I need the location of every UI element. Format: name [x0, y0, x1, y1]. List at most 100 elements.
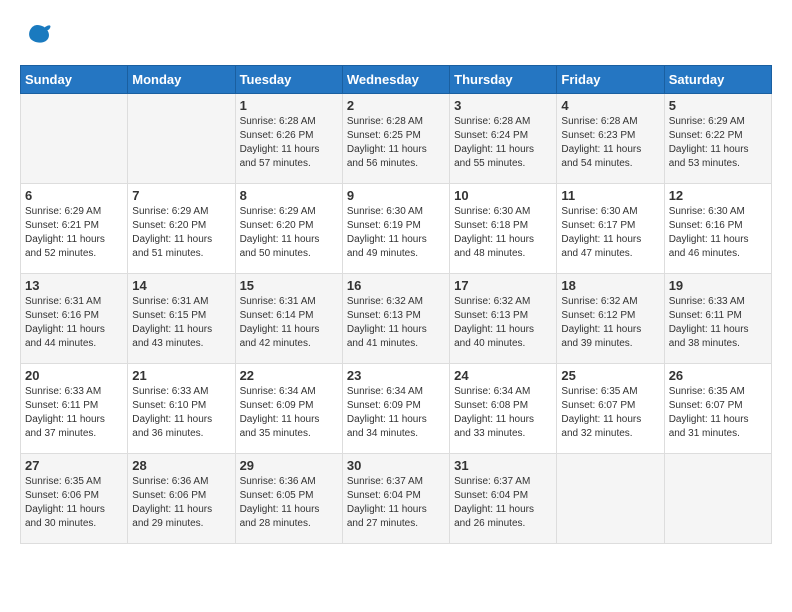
calendar-cell: 18 Sunrise: 6:32 AMSunset: 6:12 PMDayligh…: [557, 274, 664, 364]
day-number: 5: [669, 98, 767, 113]
calendar-cell: 8 Sunrise: 6:29 AMSunset: 6:20 PMDaylight…: [235, 184, 342, 274]
day-number: 28: [132, 458, 230, 473]
calendar-cell: 21 Sunrise: 6:33 AMSunset: 6:10 PMDayligh…: [128, 364, 235, 454]
calendar-cell: 3 Sunrise: 6:28 AMSunset: 6:24 PMDaylight…: [450, 94, 557, 184]
day-info: Sunrise: 6:30 AMSunset: 6:16 PMDaylight:…: [669, 205, 767, 261]
calendar-cell: 15 Sunrise: 6:31 AMSunset: 6:14 PMDayligh…: [235, 274, 342, 364]
day-info: Sunrise: 6:29 AMSunset: 6:20 PMDaylight:…: [132, 205, 230, 261]
calendar-cell: [128, 94, 235, 184]
day-info: Sunrise: 6:29 AMSunset: 6:22 PMDaylight:…: [669, 115, 767, 171]
calendar-cell: 26Sunrise: 6:35 AMSunset: 6:07 PMDayligh…: [664, 364, 771, 454]
day-info: Sunrise: 6:34 AMSunset: 6:09 PMDaylight:…: [347, 385, 445, 441]
day-info: Sunrise: 6:36 AMSunset: 6:06 PMDaylight:…: [132, 475, 230, 531]
logo: [20, 20, 52, 55]
day-number: 27: [25, 458, 123, 473]
day-number: 10: [454, 188, 552, 203]
day-number: 3: [454, 98, 552, 113]
day-header-sunday: Sunday: [21, 66, 128, 94]
day-header-monday: Monday: [128, 66, 235, 94]
day-number: 18: [561, 278, 659, 293]
calendar-cell: 25Sunrise: 6:35 AMSunset: 6:07 PMDayligh…: [557, 364, 664, 454]
logo-text: [20, 20, 52, 55]
day-number: 8: [240, 188, 338, 203]
day-header-tuesday: Tuesday: [235, 66, 342, 94]
day-number: 4: [561, 98, 659, 113]
day-info: Sunrise: 6:34 AMSunset: 6:08 PMDaylight:…: [454, 385, 552, 441]
day-number: 23: [347, 368, 445, 383]
day-info: Sunrise: 6:35 AMSunset: 6:07 PMDaylight:…: [669, 385, 767, 441]
day-info: Sunrise: 6:31 AMSunset: 6:16 PMDaylight:…: [25, 295, 123, 351]
day-number: 16: [347, 278, 445, 293]
day-info: Sunrise: 6:33 AMSunset: 6:11 PMDaylight:…: [25, 385, 123, 441]
day-info: Sunrise: 6:30 AMSunset: 6:19 PMDaylight:…: [347, 205, 445, 261]
day-info: Sunrise: 6:37 AMSunset: 6:04 PMDaylight:…: [347, 475, 445, 531]
day-number: 7: [132, 188, 230, 203]
calendar-cell: 5 Sunrise: 6:29 AMSunset: 6:22 PMDaylight…: [664, 94, 771, 184]
day-number: 1: [240, 98, 338, 113]
day-info: Sunrise: 6:33 AMSunset: 6:11 PMDaylight:…: [669, 295, 767, 351]
day-info: Sunrise: 6:28 AMSunset: 6:24 PMDaylight:…: [454, 115, 552, 171]
calendar-cell: 4 Sunrise: 6:28 AMSunset: 6:23 PMDaylight…: [557, 94, 664, 184]
calendar-table: SundayMondayTuesdayWednesdayThursdayFrid…: [20, 65, 772, 544]
calendar-week-row: 20 Sunrise: 6:33 AMSunset: 6:11 PMDayligh…: [21, 364, 772, 454]
day-number: 2: [347, 98, 445, 113]
day-info: Sunrise: 6:35 AMSunset: 6:07 PMDaylight:…: [561, 385, 659, 441]
day-info: Sunrise: 6:30 AMSunset: 6:17 PMDaylight:…: [561, 205, 659, 261]
calendar-cell: 6Sunrise: 6:29 AMSunset: 6:21 PMDaylight…: [21, 184, 128, 274]
day-number: 24: [454, 368, 552, 383]
day-info: Sunrise: 6:30 AMSunset: 6:18 PMDaylight:…: [454, 205, 552, 261]
day-number: 29: [240, 458, 338, 473]
day-info: Sunrise: 6:32 AMSunset: 6:13 PMDaylight:…: [454, 295, 552, 351]
day-number: 19: [669, 278, 767, 293]
calendar-cell: 10 Sunrise: 6:30 AMSunset: 6:18 PMDayligh…: [450, 184, 557, 274]
day-header-friday: Friday: [557, 66, 664, 94]
day-header-thursday: Thursday: [450, 66, 557, 94]
calendar-cell: [21, 94, 128, 184]
day-header-wednesday: Wednesday: [342, 66, 449, 94]
calendar-cell: 7 Sunrise: 6:29 AMSunset: 6:20 PMDaylight…: [128, 184, 235, 274]
calendar-cell: 1Sunrise: 6:28 AMSunset: 6:26 PMDaylight…: [235, 94, 342, 184]
calendar-week-row: 13 Sunrise: 6:31 AMSunset: 6:16 PMDayligh…: [21, 274, 772, 364]
day-info: Sunrise: 6:32 AMSunset: 6:13 PMDaylight:…: [347, 295, 445, 351]
calendar-cell: 27 Sunrise: 6:35 AMSunset: 6:06 PMDayligh…: [21, 454, 128, 544]
day-number: 21: [132, 368, 230, 383]
calendar-cell: 11 Sunrise: 6:30 AMSunset: 6:17 PMDayligh…: [557, 184, 664, 274]
day-number: 30: [347, 458, 445, 473]
calendar-cell: 30 Sunrise: 6:37 AMSunset: 6:04 PMDayligh…: [342, 454, 449, 544]
day-number: 9: [347, 188, 445, 203]
day-number: 14: [132, 278, 230, 293]
day-header-saturday: Saturday: [664, 66, 771, 94]
day-number: 22: [240, 368, 338, 383]
day-number: 11: [561, 188, 659, 203]
calendar-cell: 12Sunrise: 6:30 AMSunset: 6:16 PMDayligh…: [664, 184, 771, 274]
day-info: Sunrise: 6:29 AMSunset: 6:20 PMDaylight:…: [240, 205, 338, 261]
calendar-cell: 9 Sunrise: 6:30 AMSunset: 6:19 PMDaylight…: [342, 184, 449, 274]
day-info: Sunrise: 6:31 AMSunset: 6:15 PMDaylight:…: [132, 295, 230, 351]
calendar-cell: 24 Sunrise: 6:34 AMSunset: 6:08 PMDayligh…: [450, 364, 557, 454]
day-info: Sunrise: 6:31 AMSunset: 6:14 PMDaylight:…: [240, 295, 338, 351]
day-info: Sunrise: 6:37 AMSunset: 6:04 PMDaylight:…: [454, 475, 552, 531]
calendar-header-row: SundayMondayTuesdayWednesdayThursdayFrid…: [21, 66, 772, 94]
day-info: Sunrise: 6:35 AMSunset: 6:06 PMDaylight:…: [25, 475, 123, 531]
page-header: [20, 20, 772, 55]
day-info: Sunrise: 6:28 AMSunset: 6:23 PMDaylight:…: [561, 115, 659, 171]
day-info: Sunrise: 6:32 AMSunset: 6:12 PMDaylight:…: [561, 295, 659, 351]
calendar-cell: 20 Sunrise: 6:33 AMSunset: 6:11 PMDayligh…: [21, 364, 128, 454]
day-number: 15: [240, 278, 338, 293]
day-info: Sunrise: 6:28 AMSunset: 6:25 PMDaylight:…: [347, 115, 445, 171]
calendar-cell: 14 Sunrise: 6:31 AMSunset: 6:15 PMDayligh…: [128, 274, 235, 364]
calendar-cell: 19 Sunrise: 6:33 AMSunset: 6:11 PMDayligh…: [664, 274, 771, 364]
day-info: Sunrise: 6:33 AMSunset: 6:10 PMDaylight:…: [132, 385, 230, 441]
calendar-cell: 2 Sunrise: 6:28 AMSunset: 6:25 PMDaylight…: [342, 94, 449, 184]
day-number: 17: [454, 278, 552, 293]
calendar-cell: 29Sunrise: 6:36 AMSunset: 6:05 PMDayligh…: [235, 454, 342, 544]
calendar-cell: 28 Sunrise: 6:36 AMSunset: 6:06 PMDayligh…: [128, 454, 235, 544]
calendar-cell: 22Sunrise: 6:34 AMSunset: 6:09 PMDayligh…: [235, 364, 342, 454]
day-number: 20: [25, 368, 123, 383]
calendar-cell: 17 Sunrise: 6:32 AMSunset: 6:13 PMDayligh…: [450, 274, 557, 364]
day-number: 6: [25, 188, 123, 203]
calendar-cell: 16 Sunrise: 6:32 AMSunset: 6:13 PMDayligh…: [342, 274, 449, 364]
day-number: 13: [25, 278, 123, 293]
calendar-week-row: 27 Sunrise: 6:35 AMSunset: 6:06 PMDayligh…: [21, 454, 772, 544]
calendar-cell: 31Sunrise: 6:37 AMSunset: 6:04 PMDayligh…: [450, 454, 557, 544]
